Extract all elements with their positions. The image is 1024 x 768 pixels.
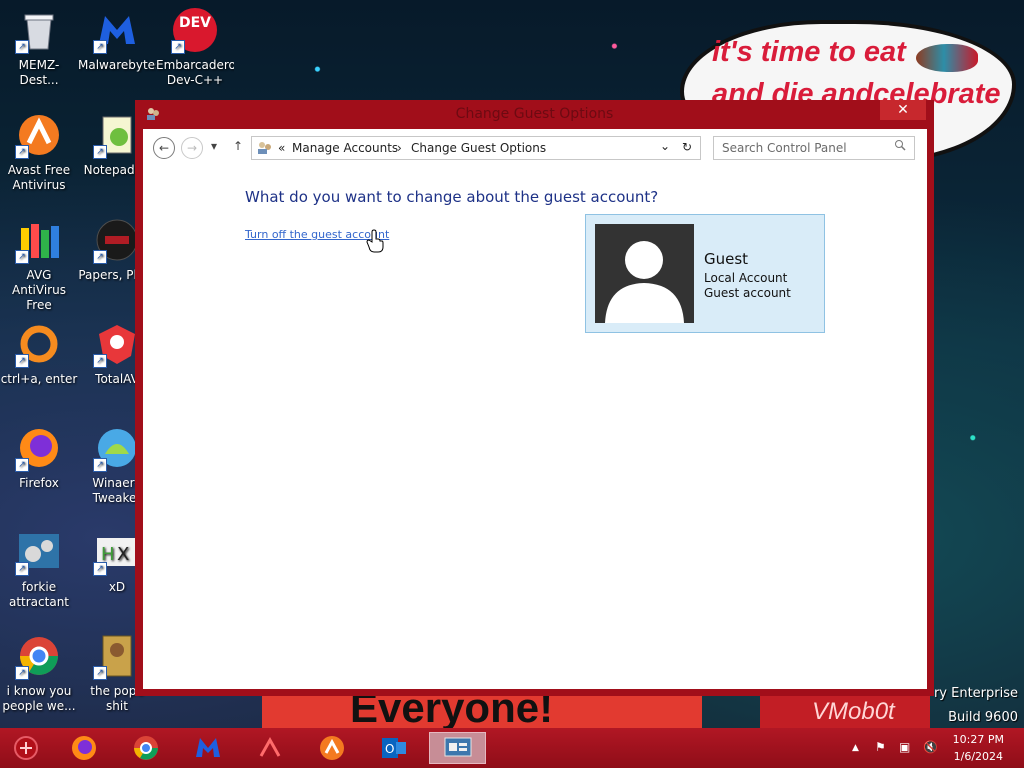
- breadcrumb-manage-accounts[interactable]: Manage Accounts: [292, 141, 398, 155]
- desktop-icon-label: AVG AntiVirus Free: [12, 268, 66, 312]
- up-button[interactable]: ↑: [233, 139, 243, 153]
- guest-avatar: [595, 224, 694, 323]
- hand-cursor-icon: [366, 229, 384, 253]
- poster-banner: Everyone!: [262, 684, 702, 732]
- notepad-icon: ↗: [93, 111, 141, 159]
- window-title: Change Guest Options: [455, 106, 614, 122]
- address-bar[interactable]: « Manage Accounts › Change Guest Options…: [251, 136, 701, 160]
- watermark-banner: VMob0t: [760, 692, 930, 732]
- ring-icon: ↗: [15, 320, 63, 368]
- close-button[interactable]: ✕: [880, 100, 926, 120]
- desktop-icon-label: Firefox: [19, 476, 59, 490]
- recent-locations-dropdown[interactable]: ▾: [211, 139, 217, 153]
- windows-build: Build 9600: [948, 710, 1018, 725]
- desktop-icon-memz[interactable]: ↗ MEMZ-Dest...: [0, 2, 78, 106]
- papers-please-icon: ↗: [93, 216, 141, 264]
- pope-image-icon: ↗: [93, 632, 141, 680]
- watermark-text: VMob0t: [812, 698, 895, 725]
- search-icon[interactable]: [894, 139, 906, 154]
- firefox-icon: ↗: [15, 424, 63, 472]
- devcpp-icon: DEV ↗: [171, 6, 219, 54]
- breadcrumb-overflow[interactable]: «: [278, 141, 285, 155]
- taskbar-outlook[interactable]: O: [372, 732, 416, 764]
- show-hidden-icons-button[interactable]: ▲: [852, 743, 859, 753]
- totalav-icon: ↗: [93, 320, 141, 368]
- guest-account-card[interactable]: Guest Local Account Guest account: [585, 214, 825, 333]
- desktop-icon-label: Embarcadero Dev-C++: [156, 58, 234, 87]
- taskbar-avast-orange[interactable]: [310, 732, 354, 764]
- refresh-button[interactable]: ↻: [682, 140, 692, 154]
- devcpp-badge: DEV: [178, 15, 212, 31]
- fish-image: [916, 44, 978, 72]
- back-button[interactable]: ←: [153, 137, 175, 159]
- taskbar-avast[interactable]: [248, 732, 292, 764]
- desktop-icon-ctrl-a-enter[interactable]: ↗ ctrl+a, enter: [0, 316, 78, 420]
- taskbar: O ▲ ⚑ ▣ 🔇 10:27 PM 1/6/2024: [0, 728, 1024, 768]
- taskbar-control-panel[interactable]: [429, 732, 486, 764]
- window-client-area: ← → ▾ ↑ « Manage Accounts › Change Guest…: [143, 129, 927, 689]
- guest-name: Guest: [704, 250, 749, 268]
- desktop-icon-chrome[interactable]: ↗ i know you people we...: [0, 628, 78, 732]
- network-icon[interactable]: ▣: [899, 740, 910, 754]
- clock[interactable]: 10:27 PM 1/6/2024: [953, 731, 1004, 765]
- start-button[interactable]: [4, 732, 48, 764]
- clock-date: 1/6/2024: [953, 750, 1004, 763]
- users-icon: [256, 140, 274, 156]
- chrome-icon: ↗: [15, 632, 63, 680]
- svg-text:O: O: [385, 742, 394, 756]
- guest-account-detail: Guest account: [704, 286, 791, 300]
- avast-icon: ↗: [15, 111, 63, 159]
- malwarebytes-icon: ↗: [93, 6, 141, 54]
- desktop-icon-label: i know you people we...: [2, 684, 76, 713]
- desktop-icon-malwarebytes[interactable]: ↗ Malwarebytes: [78, 2, 156, 106]
- desktop-icon-label: MEMZ-Dest...: [18, 58, 60, 87]
- search-input[interactable]: Search Control Panel: [722, 141, 847, 155]
- action-center-flag-icon[interactable]: ⚑: [875, 740, 886, 754]
- desktop-icon-label: forkie attractant: [8, 580, 70, 609]
- breadcrumb-change-guest-options[interactable]: Change Guest Options: [411, 141, 546, 155]
- desktop-icon-avg[interactable]: ↗ AVG AntiVirus Free: [0, 212, 78, 316]
- desktop-icon-forkie[interactable]: ↗ forkie attractant: [0, 524, 78, 628]
- recycle-bin-icon: ↗: [15, 6, 63, 54]
- forward-button[interactable]: →: [181, 137, 203, 159]
- avg-icon: ↗: [15, 216, 63, 264]
- desktop-icon-avast[interactable]: ↗ Avast Free Antivirus: [0, 107, 78, 211]
- clock-time: 10:27 PM: [952, 733, 1004, 746]
- windows-edition: ry Enterprise: [933, 686, 1018, 701]
- winaero-icon: ↗: [93, 424, 141, 472]
- desktop-icon-firefox[interactable]: ↗ Firefox: [0, 420, 78, 524]
- search-control-panel[interactable]: Search Control Panel: [713, 136, 915, 160]
- desktop-icon-label: Avast Free Antivirus: [7, 163, 71, 192]
- taskbar-chrome[interactable]: [124, 732, 168, 764]
- address-dropdown-button[interactable]: ⌄: [660, 139, 670, 153]
- page-heading: What do you want to change about the gue…: [245, 188, 659, 206]
- desktop-icon-label: Malwarebytes: [78, 58, 156, 72]
- taskbar-malwarebytes[interactable]: [186, 732, 230, 764]
- guest-account-type: Local Account: [704, 271, 788, 285]
- taskbar-firefox[interactable]: [62, 732, 106, 764]
- desktop-icon-devcpp[interactable]: DEV ↗ Embarcadero Dev-C++: [156, 2, 234, 106]
- desktop-icon-label: ctrl+a, enter: [0, 372, 78, 386]
- hex-icon: HX ↗: [93, 528, 141, 576]
- change-guest-options-window: Change Guest Options ✕ ← → ▾ ↑ « Manage …: [135, 100, 934, 696]
- speech-line-1: it's time to eat: [712, 36, 906, 68]
- window-titlebar[interactable]: Change Guest Options ✕: [135, 100, 934, 128]
- volume-icon[interactable]: 🔇: [923, 740, 938, 754]
- svg-text:X: X: [117, 544, 129, 565]
- breadcrumb-separator[interactable]: ›: [397, 141, 402, 155]
- gears-icon: ↗: [15, 528, 63, 576]
